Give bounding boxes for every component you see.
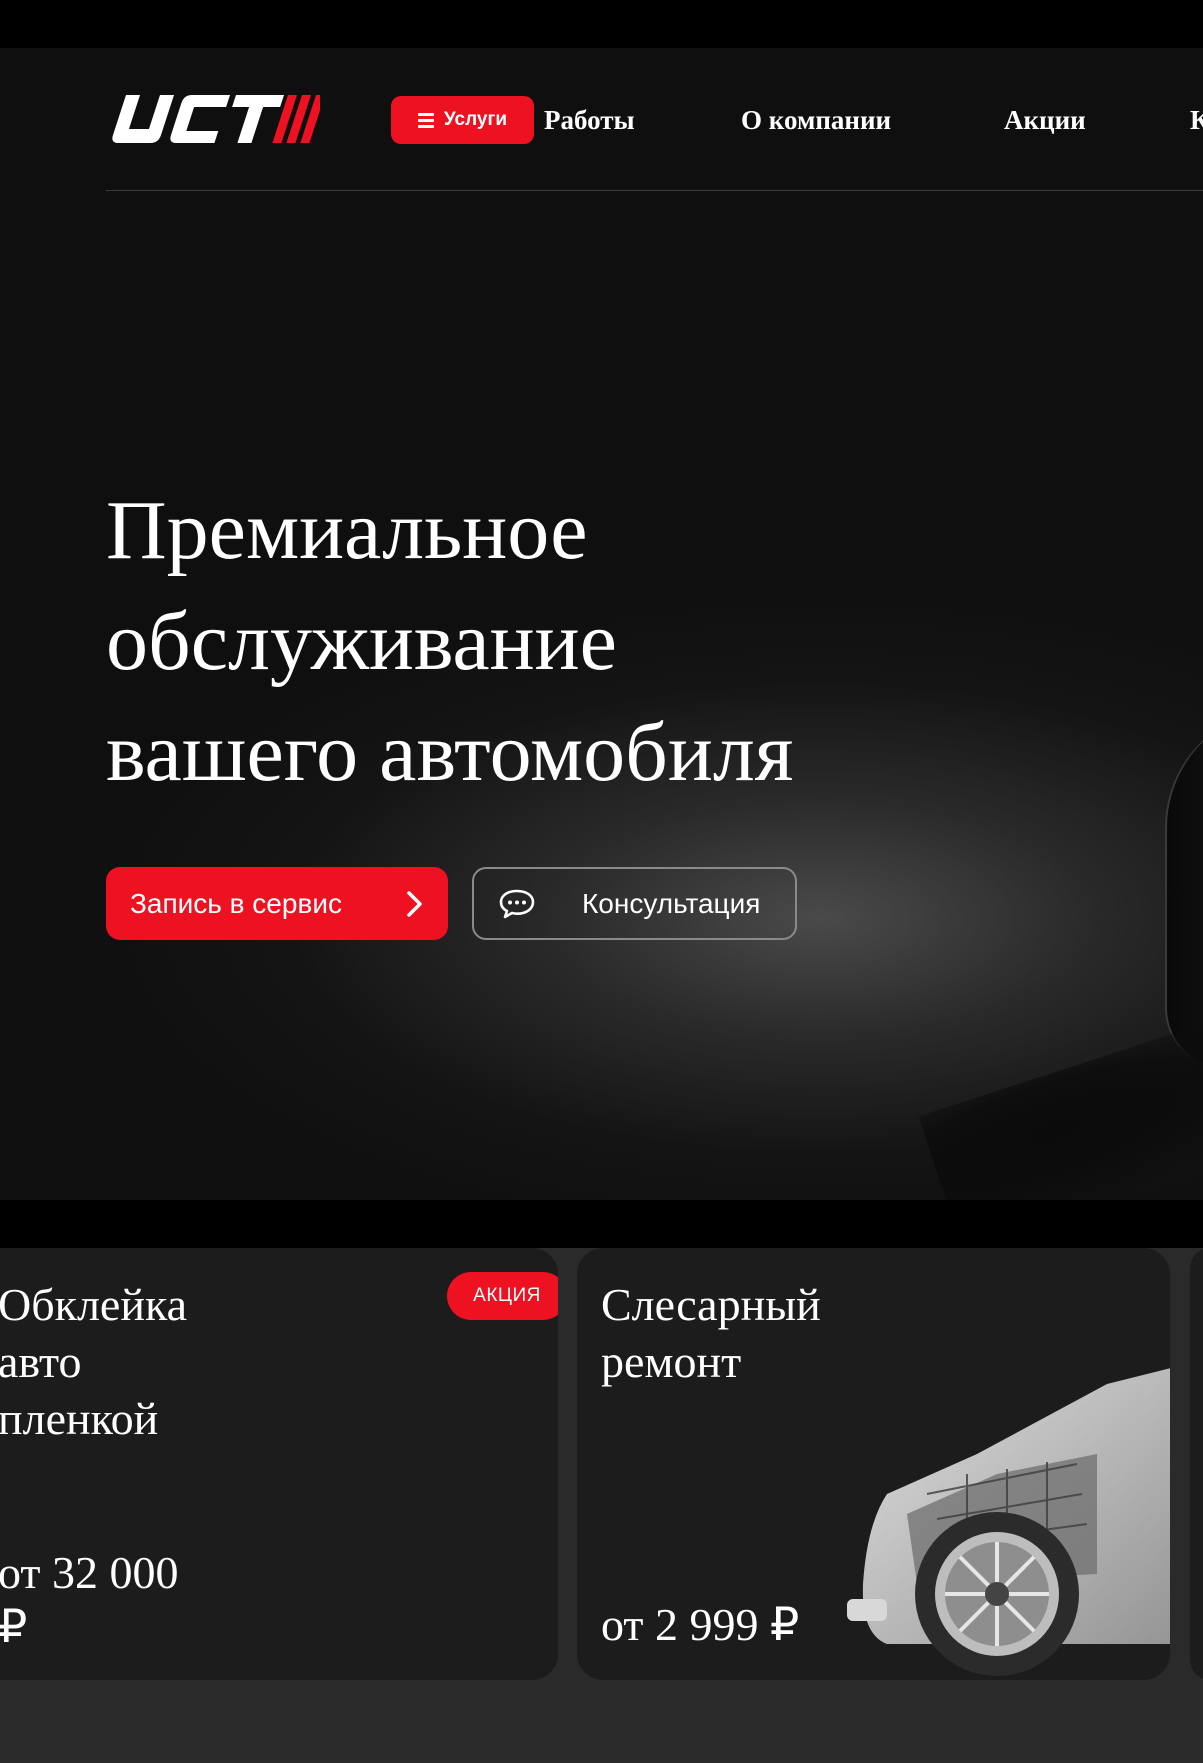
nav-link-about[interactable]: О компании — [741, 102, 891, 138]
book-service-label: Запись в сервис — [130, 887, 342, 919]
uct-logo-icon — [112, 95, 325, 143]
nav-link-promotions[interactable]: Акции — [1004, 102, 1086, 138]
hero-car-shadow — [918, 986, 1203, 1200]
service-card-title-line: Слесарный — [601, 1279, 821, 1330]
service-card-title-line: авто — [0, 1336, 82, 1387]
service-card-title: Обклейка авто пленкой — [0, 1276, 187, 1447]
logo[interactable] — [106, 95, 325, 145]
consultation-label: Консультация — [582, 887, 761, 919]
service-card-repair[interactable]: Слесарный ремонт от 2 999 ₽ — [577, 1248, 1170, 1680]
service-card-title: Слесарный ремонт — [601, 1276, 821, 1390]
chevron-right-icon — [407, 890, 422, 917]
hero-title: Премиальное обслуживание вашего автомоби… — [106, 475, 1006, 808]
nav-link-works[interactable]: Работы — [544, 102, 635, 138]
services-label: Услуги — [443, 109, 508, 130]
book-service-button[interactable]: Запись в сервис — [106, 867, 448, 940]
hero-title-line: Премиальное — [106, 484, 588, 577]
car-cutaway-image — [847, 1368, 1170, 1676]
service-card-price: от 2 999 ₽ — [601, 1599, 800, 1650]
hero-car-image — [1165, 708, 1203, 1068]
top-strip — [0, 0, 1203, 48]
hero-title-line: вашего автомобиля — [106, 706, 794, 799]
service-card-price-line: от 32 000 — [0, 1547, 179, 1598]
service-card-next[interactable] — [1190, 1248, 1203, 1680]
service-card-title-line: ремонт — [601, 1336, 742, 1387]
header-divider — [106, 190, 1203, 191]
service-card-price-line: ₽ — [0, 1601, 28, 1652]
page-footer-area — [0, 1680, 1203, 1763]
service-card-price: от 32 000 ₽ — [0, 1546, 179, 1654]
service-card-wrap[interactable]: Обклейка авто пленкой АКЦИЯ от 32 000 ₽ — [0, 1248, 558, 1680]
section-gap — [0, 1200, 1203, 1248]
service-card-title-line: пленкой — [0, 1393, 159, 1444]
chat-bubble-icon — [499, 889, 535, 918]
consultation-button[interactable]: Консультация — [472, 867, 797, 940]
nav-link-contacts[interactable]: К — [1190, 102, 1203, 138]
menu-icon — [417, 112, 434, 128]
promo-badge: АКЦИЯ — [447, 1272, 558, 1320]
hero-title-line: обслуживание — [106, 595, 617, 688]
services-menu-button[interactable]: Услуги — [391, 96, 534, 144]
service-card-title-line: Обклейка — [0, 1279, 188, 1330]
